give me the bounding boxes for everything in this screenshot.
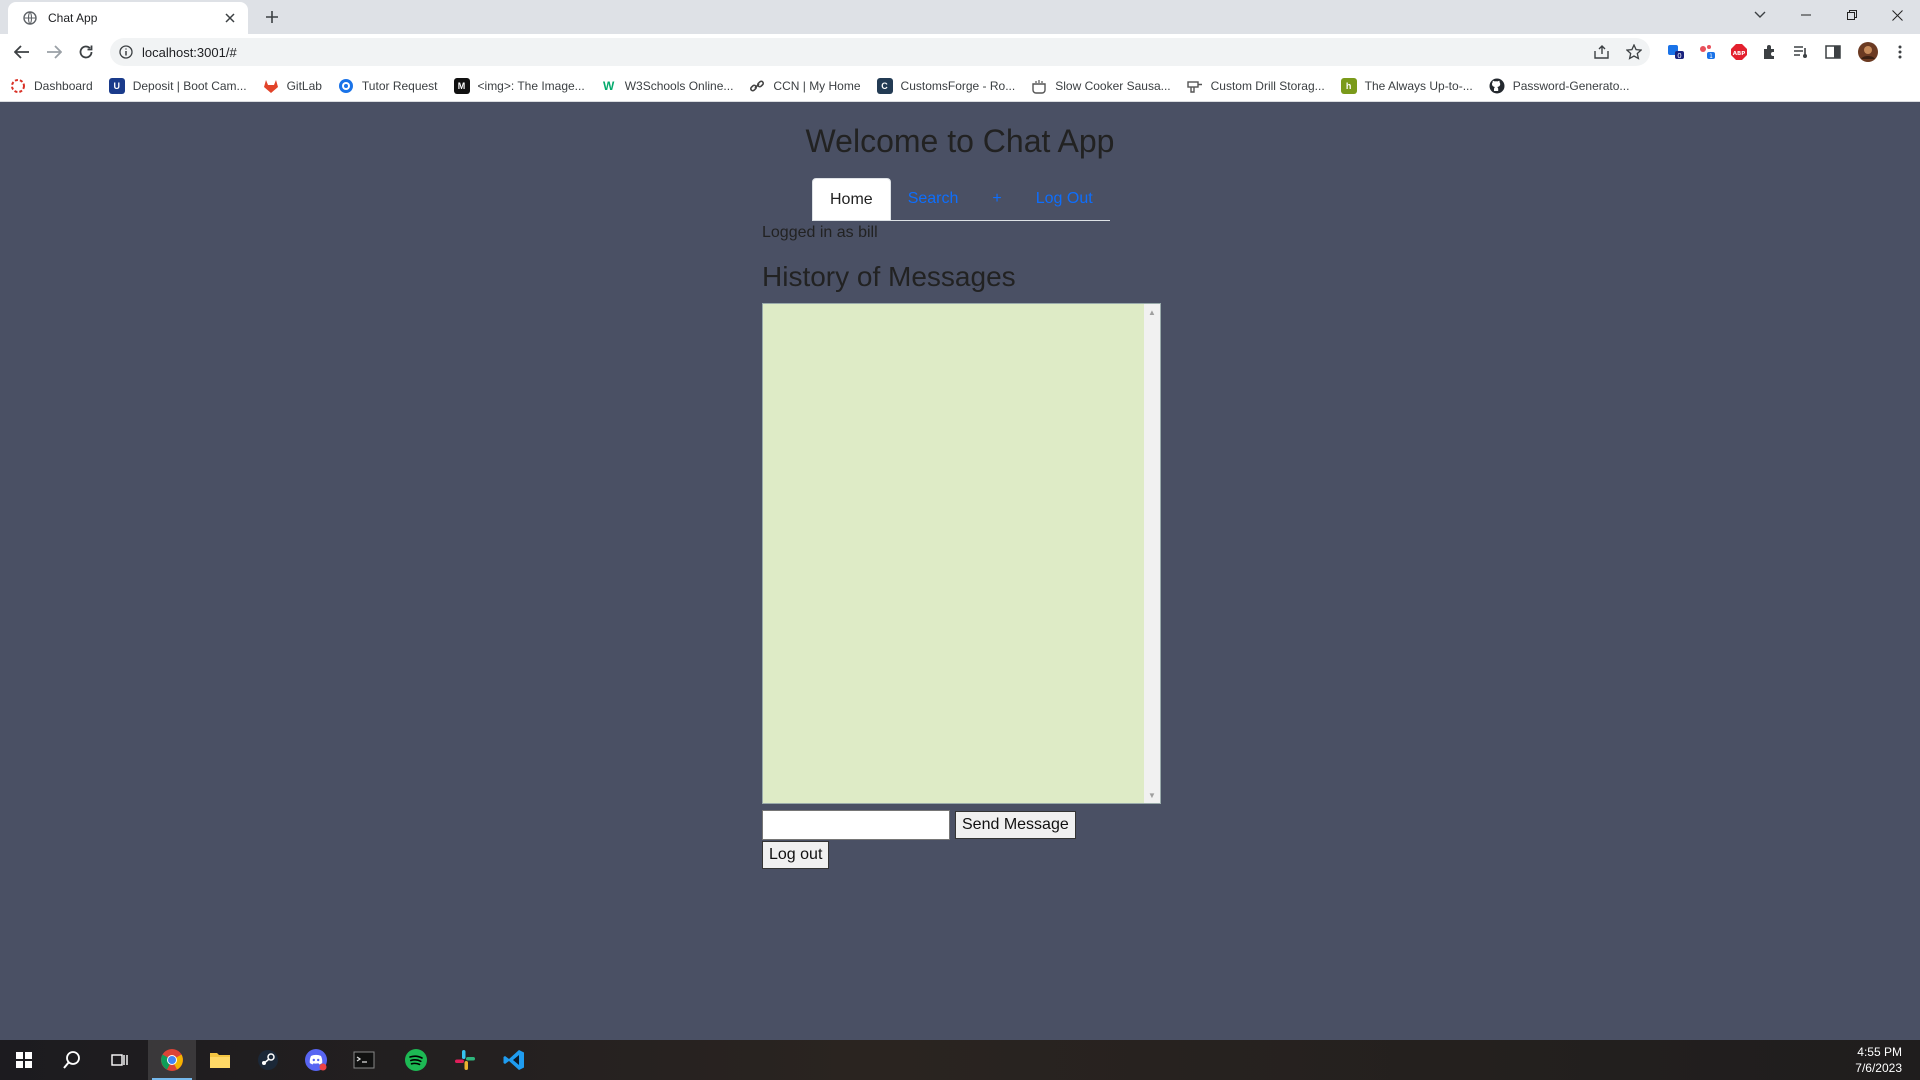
tab-chat-app[interactable]: Chat App <box>8 2 248 34</box>
chrome-menu-icon[interactable] <box>1890 43 1910 61</box>
bookmark-ccn[interactable]: CCN | My Home <box>749 78 861 94</box>
bookmark-custom-drill[interactable]: Custom Drill Storag... <box>1186 78 1325 94</box>
bookmark-dashboard[interactable]: Dashboard <box>10 78 93 94</box>
bookmark-slow-cooker[interactable]: Slow Cooker Sausa... <box>1031 78 1171 94</box>
svg-text:ABP: ABP <box>1733 51 1745 57</box>
clock-date: 7/6/2023 <box>1855 1061 1902 1075</box>
tutor-icon <box>338 78 354 94</box>
start-icon[interactable] <box>0 1040 48 1080</box>
page-content: Welcome to Chat App Home Search + Log Ou… <box>0 103 1920 1040</box>
browser-toolbar: localhost:3001/# 0 1 ABP <box>0 34 1920 70</box>
bookmark-star-icon[interactable] <box>1622 40 1646 64</box>
nav-tabs: Home Search + Log Out <box>812 178 1110 221</box>
vscode-icon[interactable] <box>490 1040 538 1080</box>
message-history-scrollbar[interactable]: ▲ ▼ <box>1144 304 1160 803</box>
bookmark-tutor-request[interactable]: Tutor Request <box>338 78 438 94</box>
mdn-icon: M <box>453 77 470 94</box>
discord-icon[interactable] <box>292 1040 340 1080</box>
spotify-icon[interactable] <box>392 1040 440 1080</box>
close-tab-icon[interactable] <box>222 10 238 26</box>
back-arrow-icon[interactable] <box>10 40 34 64</box>
forward-arrow-icon[interactable] <box>42 40 66 64</box>
browser-tabstrip: Chat App <box>0 0 1920 34</box>
extension-share-icon[interactable]: 1 <box>1697 43 1717 61</box>
task-view-icon[interactable] <box>96 1040 144 1080</box>
share-icon[interactable] <box>1590 40 1614 64</box>
terminal-icon[interactable] <box>340 1040 388 1080</box>
github-icon <box>1489 78 1505 94</box>
tab-home[interactable]: Home <box>812 178 891 220</box>
tab-search[interactable]: Search <box>891 178 976 220</box>
logged-in-status: Logged in as bill <box>762 224 878 241</box>
reload-icon[interactable] <box>74 40 98 64</box>
ucr-icon: U <box>108 77 125 94</box>
w3schools-icon: W <box>603 78 615 93</box>
svg-text:0: 0 <box>1677 52 1681 60</box>
page-title: Welcome to Chat App <box>805 123 1115 159</box>
profile-avatar[interactable] <box>1857 41 1879 63</box>
bookmark-gitlab[interactable]: GitLab <box>263 78 322 94</box>
side-panel-icon[interactable] <box>1823 43 1843 61</box>
reading-list-icon[interactable] <box>1791 43 1811 61</box>
svg-text:1: 1 <box>1709 53 1713 60</box>
chrome-icon[interactable] <box>148 1040 196 1080</box>
always-icon: h <box>1340 77 1357 94</box>
bookmark-w3schools[interactable]: W W3Schools Online... <box>601 78 733 94</box>
steam-icon[interactable] <box>244 1040 292 1080</box>
history-heading: History of Messages <box>762 261 1016 292</box>
bookmark-deposit[interactable]: U Deposit | Boot Cam... <box>108 77 247 94</box>
dashboard-icon <box>10 78 26 94</box>
restore-icon[interactable] <box>1829 0 1875 30</box>
scroll-down-arrow-icon[interactable]: ▼ <box>1144 787 1160 803</box>
bookmark-mdn-img[interactable]: M <img>: The Image... <box>453 77 585 94</box>
message-history-box[interactable]: ▲ ▼ <box>762 303 1161 804</box>
tab-title: Chat App <box>48 11 98 25</box>
clock-time: 4:55 PM <box>1857 1045 1902 1059</box>
file-explorer-icon[interactable] <box>196 1040 244 1080</box>
bookmark-always-up-to-date[interactable]: h The Always Up-to-... <box>1340 77 1473 94</box>
message-input[interactable] <box>762 810 950 840</box>
cooker-icon <box>1031 78 1047 94</box>
drill-icon <box>1186 78 1203 94</box>
extensions-puzzle-icon[interactable] <box>1760 43 1780 61</box>
customsforge-icon: C <box>876 77 893 94</box>
site-info-icon[interactable] <box>118 44 134 60</box>
bookmark-customsforge[interactable]: C CustomsForge - Ro... <box>876 77 1015 94</box>
log-out-button[interactable]: Log out <box>762 841 830 869</box>
tab-add[interactable]: + <box>975 178 1018 220</box>
minimize-icon[interactable] <box>1783 0 1829 30</box>
bookmark-password-generator[interactable]: Password-Generato... <box>1489 78 1629 94</box>
close-window-icon[interactable] <box>1874 0 1920 30</box>
tab-log-out[interactable]: Log Out <box>1019 178 1110 220</box>
adblock-icon[interactable]: ABP <box>1729 43 1749 61</box>
system-clock[interactable]: 4:55 PM 7/6/2023 <box>1855 1044 1902 1076</box>
address-bar[interactable]: localhost:3001/# <box>110 38 1650 66</box>
send-message-button[interactable]: Send Message <box>955 811 1076 839</box>
scroll-up-arrow-icon[interactable]: ▲ <box>1144 304 1160 320</box>
url-text: localhost:3001/# <box>142 44 237 60</box>
bookmarks-bar: Dashboard U Deposit | Boot Cam... GitLab… <box>0 70 1920 102</box>
slack-icon[interactable] <box>441 1040 489 1080</box>
new-tab-icon[interactable] <box>262 7 282 27</box>
gitlab-icon <box>263 78 279 94</box>
tab-search-chevron-icon[interactable] <box>1737 0 1783 30</box>
globe-icon <box>22 10 38 26</box>
link-icon <box>749 78 765 94</box>
search-icon[interactable] <box>48 1040 96 1080</box>
extension-badge-icon[interactable]: 0 <box>1666 43 1686 61</box>
windows-taskbar: 4:55 PM 7/6/2023 <box>0 1040 1920 1080</box>
